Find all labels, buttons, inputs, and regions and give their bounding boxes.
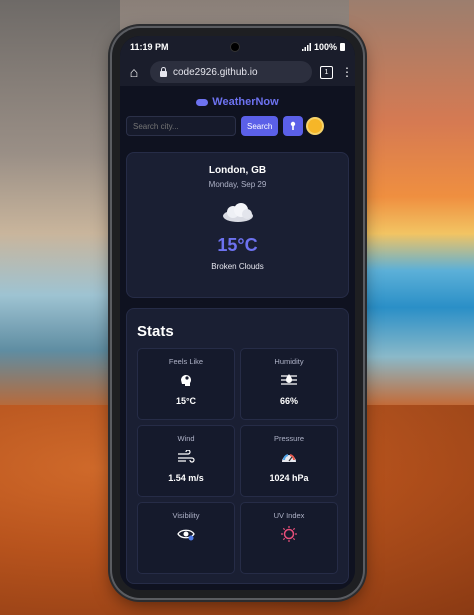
brand-cloud-icon bbox=[196, 98, 209, 106]
search-button[interactable]: Search bbox=[241, 116, 279, 136]
stats-card: Stats Feels Like 15°C Humidity 66% Wind … bbox=[126, 308, 349, 584]
stats-grid: Feels Like 15°C Humidity 66% Wind 1.54 m… bbox=[137, 348, 338, 574]
stats-title: Stats bbox=[137, 323, 174, 340]
more-menu-icon[interactable]: ⋮ bbox=[341, 65, 353, 79]
stat-uv-index: UV Index bbox=[240, 502, 338, 574]
stat-value: 66% bbox=[279, 396, 298, 406]
tabs-button[interactable]: 1 bbox=[320, 65, 333, 79]
location-button[interactable] bbox=[283, 116, 304, 136]
stat-pressure: Pressure 1024 hPa bbox=[240, 425, 338, 497]
current-weather-card: London, GB Monday, Sep 29 15°C Broken Cl… bbox=[126, 152, 349, 298]
stat-label: UV Index bbox=[273, 511, 305, 520]
stat-humidity: Humidity 66% bbox=[240, 348, 338, 420]
signal-icon bbox=[301, 43, 311, 51]
camera-icon bbox=[230, 42, 241, 52]
home-icon[interactable]: ⌂ bbox=[126, 64, 142, 80]
wind-icon bbox=[138, 447, 234, 467]
battery-icon bbox=[340, 43, 345, 51]
status-bar: 11:19 PM 100% bbox=[120, 36, 355, 58]
theme-toggle-sun-icon[interactable] bbox=[308, 119, 323, 133]
status-time: 11:19 PM bbox=[130, 42, 169, 52]
current-temperature: 15°C bbox=[217, 235, 258, 255]
gauge-icon bbox=[241, 447, 337, 467]
phone-frame: 11:19 PM 100% ⌂ code2926.github.io 1 ⋮ W… bbox=[112, 28, 363, 598]
current-date: Monday, Sep 29 bbox=[208, 180, 267, 189]
search-input[interactable] bbox=[126, 116, 236, 136]
humidity-icon bbox=[241, 370, 337, 390]
browser-toolbar: ⌂ code2926.github.io 1 ⋮ bbox=[120, 58, 355, 86]
stat-label: Pressure bbox=[273, 434, 304, 443]
stat-value: 1024 hPa bbox=[269, 473, 309, 483]
url-text: code2926.github.io bbox=[173, 66, 258, 78]
stat-value: 1.54 m/s bbox=[168, 473, 204, 483]
lock-icon bbox=[160, 67, 167, 77]
stat-wind: Wind 1.54 m/s bbox=[137, 425, 235, 497]
stat-label: Visibility bbox=[172, 511, 200, 520]
stat-label: Feels Like bbox=[168, 357, 204, 366]
stat-label: Wind bbox=[177, 434, 195, 443]
cloud-icon bbox=[127, 201, 348, 223]
app-title: WeatherNow bbox=[212, 96, 279, 108]
battery-percent: 100% bbox=[313, 42, 337, 52]
stat-label: Humidity bbox=[274, 357, 304, 366]
uv-icon bbox=[241, 524, 337, 544]
status-right: 100% bbox=[301, 42, 345, 52]
address-bar[interactable]: code2926.github.io bbox=[150, 61, 312, 83]
phone-screen: 11:19 PM 100% ⌂ code2926.github.io 1 ⋮ W… bbox=[120, 36, 355, 590]
stat-feels-like: Feels Like 15°C bbox=[137, 348, 235, 420]
eye-icon bbox=[138, 524, 234, 544]
weather-app: WeatherNow Search London, GB Monday, Sep… bbox=[120, 86, 355, 584]
city-name: London, GB bbox=[208, 165, 267, 176]
location-icon bbox=[291, 121, 296, 130]
search-row: Search bbox=[124, 116, 351, 136]
head-thermo-icon bbox=[138, 370, 234, 390]
stat-visibility: Visibility bbox=[137, 502, 235, 574]
app-brand: WeatherNow bbox=[124, 96, 351, 108]
stat-value: 15°C bbox=[175, 396, 197, 406]
weather-description: Broken Clouds bbox=[211, 262, 264, 271]
